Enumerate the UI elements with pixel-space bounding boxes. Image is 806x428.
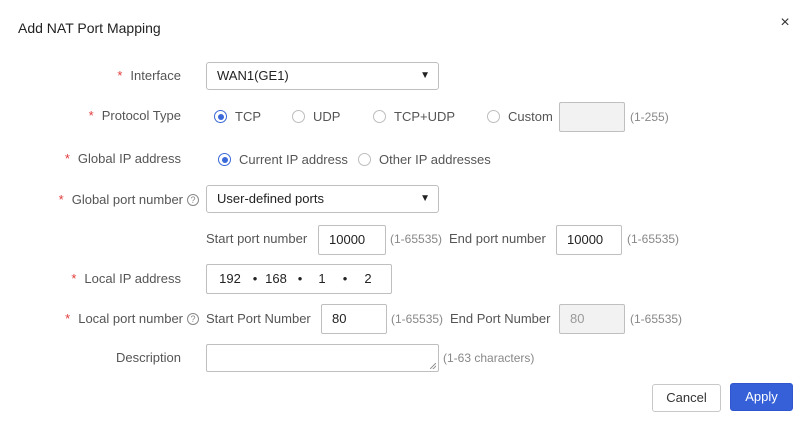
global-start-port-hint: (1-65535) [390,232,443,246]
chevron-down-icon: ▼ [420,193,430,204]
local-ip-input[interactable]: 192 • 168 • 1 • 2 [206,264,392,294]
required-mark: * [117,68,123,83]
local-port-label-text: Local port number [78,311,183,326]
description-textarea[interactable] [206,344,439,372]
protocol-radio-custom[interactable]: Custom [487,109,553,124]
local-end-port-label: End Port Number [450,311,551,326]
global-ip-label-text: Global IP address [77,151,181,166]
cancel-button[interactable]: Cancel [652,384,721,412]
local-start-port-input[interactable]: 80 [321,304,387,334]
global-ip-radio-current[interactable]: Current IP address [218,152,348,167]
interface-select[interactable]: WAN1(GE1) ▼ [206,62,439,90]
global-end-port-hint: (1-65535) [627,232,680,246]
required-mark: * [71,271,77,286]
radio-icon [292,110,305,123]
required-mark: * [64,151,70,166]
custom-protocol-hint: (1-255) [630,110,669,124]
local-end-port-input[interactable]: 80 [559,304,625,334]
help-icon[interactable]: ? [187,313,199,325]
ip-octet-2[interactable]: 168 [261,265,291,293]
interface-select-value: WAN1(GE1) [217,68,289,83]
local-start-port-label: Start Port Number [206,311,311,326]
global-ip-radio-other[interactable]: Other IP addresses [358,152,491,167]
ip-separator: • [342,271,348,286]
protocol-type-label-text: Protocol Type [101,108,181,123]
global-start-port-label: Start port number [206,231,308,246]
protocol-option-label: TCP [235,109,261,124]
local-end-port-hint: (1-65535) [630,312,683,326]
protocol-option-label: UDP [313,109,341,124]
local-ip-label: * Local IP address [40,271,181,286]
close-icon[interactable]: × [776,14,794,32]
custom-protocol-input[interactable] [559,102,625,132]
global-port-label: * Global port number? [20,192,199,207]
global-port-select-value: User-defined ports [217,191,324,206]
resize-handle-icon[interactable] [430,363,436,369]
global-start-port-input[interactable]: 10000 [318,225,386,255]
required-mark: * [58,192,64,207]
protocol-radio-tcp-udp[interactable]: TCP+UDP [373,109,455,124]
radio-selected-icon [214,110,227,123]
protocol-radio-udp[interactable]: UDP [292,109,340,124]
ip-separator: • [297,271,303,286]
radio-icon [358,153,371,166]
dialog-title: Add NAT Port Mapping [18,20,161,36]
protocol-option-label: TCP+UDP [394,109,456,124]
global-ip-option-label: Other IP addresses [379,152,491,167]
ip-octet-3[interactable]: 1 [307,265,337,293]
chevron-down-icon: ▼ [420,70,430,81]
interface-label: * Interface [60,68,181,83]
local-start-port-hint: (1-65535) [391,312,444,326]
description-hint: (1-63 characters) [443,351,535,365]
ip-octet-1[interactable]: 192 [215,265,245,293]
description-label: Description [115,350,181,365]
global-port-select[interactable]: User-defined ports ▼ [206,185,439,213]
ip-octet-4[interactable]: 2 [353,265,383,293]
required-mark: * [65,311,71,326]
protocol-radio-tcp[interactable]: TCP [214,109,261,124]
global-port-label-text: Global port number [71,192,183,207]
ip-separator: • [252,271,258,286]
interface-label-text: Interface [130,68,181,83]
required-mark: * [88,108,94,123]
apply-button[interactable]: Apply [730,383,793,411]
local-ip-label-text: Local IP address [84,271,181,286]
radio-icon [373,110,386,123]
protocol-option-label: Custom [508,109,553,124]
help-icon[interactable]: ? [187,194,199,206]
radio-icon [487,110,500,123]
global-ip-label: * Global IP address [40,151,181,166]
radio-selected-icon [218,153,231,166]
local-port-label: * Local port number? [30,311,199,326]
protocol-type-label: * Protocol Type [40,108,181,123]
global-end-port-input[interactable]: 10000 [556,225,622,255]
global-end-port-label: End port number [449,231,546,246]
global-ip-option-label: Current IP address [239,152,348,167]
